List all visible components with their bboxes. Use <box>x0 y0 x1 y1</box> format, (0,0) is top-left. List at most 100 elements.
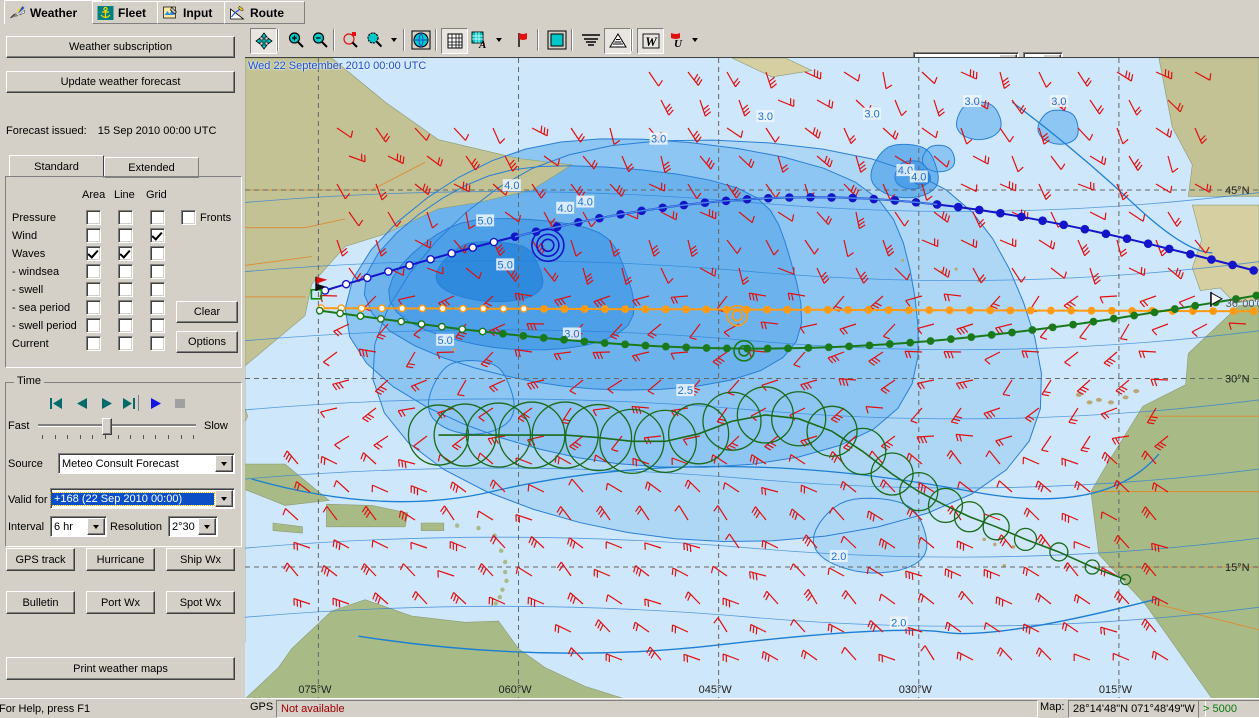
route-waypoint[interactable] <box>439 323 445 329</box>
route-waypoint[interactable] <box>927 338 933 344</box>
route-waypoint[interactable] <box>1166 245 1173 252</box>
tab-standard[interactable]: Standard <box>9 155 104 178</box>
print-weather-maps-button[interactable]: Print weather maps <box>6 657 235 680</box>
zoom-select-icon[interactable] <box>338 28 363 52</box>
route-waypoint[interactable] <box>1070 321 1076 327</box>
route-waypoint[interactable] <box>845 307 851 313</box>
route-waypoint[interactable] <box>343 281 350 288</box>
route-waypoint[interactable] <box>459 326 465 332</box>
checkbox-windsea-line[interactable] <box>118 264 133 279</box>
route-waypoint[interactable] <box>887 341 893 347</box>
route-waypoint[interactable] <box>1151 309 1157 315</box>
route-waypoint[interactable] <box>1131 312 1137 318</box>
route-waypoint[interactable] <box>1145 240 1152 247</box>
route-waypoint[interactable] <box>581 338 587 344</box>
route-waypoint[interactable] <box>561 306 567 312</box>
route-waypoint[interactable] <box>581 306 587 312</box>
route-waypoint[interactable] <box>418 321 424 327</box>
route-waypoint[interactable] <box>1068 307 1074 313</box>
route-waypoint[interactable] <box>448 250 455 257</box>
route-waypoint[interactable] <box>1229 261 1236 268</box>
route-waypoint[interactable] <box>479 328 485 334</box>
gradient-icon[interactable] <box>604 28 631 54</box>
route-waypoint[interactable] <box>427 256 434 263</box>
pan-icon[interactable] <box>250 28 277 54</box>
weather-subscription-button[interactable]: Weather subscription <box>6 36 235 58</box>
route-waypoint[interactable] <box>1060 221 1067 228</box>
route-waypoint[interactable] <box>1048 307 1054 313</box>
route-waypoint[interactable] <box>683 344 689 350</box>
route-waypoint[interactable] <box>1109 308 1115 314</box>
route-waypoint[interactable] <box>997 210 1004 217</box>
grid-icon[interactable] <box>441 28 468 54</box>
checkbox-waves-grid[interactable] <box>150 246 165 261</box>
route-waypoint[interactable] <box>1208 256 1215 263</box>
route-waypoint[interactable] <box>764 345 770 351</box>
route-waypoint[interactable] <box>398 318 404 324</box>
checkbox-wind-area[interactable] <box>86 228 101 243</box>
route-waypoint[interactable] <box>703 345 709 351</box>
route-waypoint[interactable] <box>886 307 892 313</box>
route-waypoint[interactable] <box>1029 327 1035 333</box>
route-waypoint[interactable] <box>1187 251 1194 258</box>
checkbox-waves-line[interactable] <box>118 246 133 261</box>
checkbox-pressure-grid[interactable] <box>150 210 165 225</box>
route-waypoint[interactable] <box>1102 230 1109 237</box>
route-waypoint[interactable] <box>337 310 343 316</box>
play-button[interactable] <box>147 396 164 411</box>
checkbox-wind-line[interactable] <box>118 228 133 243</box>
zoom-area-icon[interactable] <box>362 28 387 52</box>
route-waypoint[interactable] <box>826 344 832 350</box>
checkbox-fronts[interactable] <box>181 210 196 225</box>
route-waypoint[interactable] <box>784 306 790 312</box>
valid-for-select[interactable]: +168 (22 Sep 2010 00:00) <box>50 488 235 509</box>
source-select[interactable]: Meteo Consult Forecast <box>58 453 235 474</box>
route-waypoint[interactable] <box>460 305 466 311</box>
clear-button[interactable]: Clear <box>176 301 238 323</box>
globe-icon[interactable] <box>408 28 433 52</box>
route-waypoint[interactable] <box>825 307 831 313</box>
chevron-down-icon[interactable] <box>87 518 105 535</box>
route-waypoint[interactable] <box>764 306 770 312</box>
route-waypoint[interactable] <box>785 345 791 351</box>
route-waypoint[interactable] <box>500 306 506 312</box>
route-waypoint[interactable] <box>976 206 983 213</box>
route-waypoint[interactable] <box>906 307 912 313</box>
bulletin-button[interactable]: Bulletin <box>6 591 75 614</box>
route-waypoint[interactable] <box>683 306 689 312</box>
route-waypoint[interactable] <box>948 336 954 342</box>
tab-weather[interactable]: Weather <box>4 0 103 25</box>
current-icon[interactable]: U <box>663 28 688 52</box>
route-waypoint[interactable] <box>469 244 476 251</box>
wind-barb-icon[interactable]: W <box>637 28 664 54</box>
checkbox-sea-period-area[interactable] <box>86 300 101 315</box>
route-waypoint[interactable] <box>1250 267 1257 274</box>
checkbox-sea-period-grid[interactable] <box>150 300 165 315</box>
route-waypoint[interactable] <box>419 305 425 311</box>
route-waypoint[interactable] <box>385 268 392 275</box>
current-dropdown-arrow-icon[interactable] <box>688 28 701 52</box>
route-waypoint[interactable] <box>1210 308 1216 314</box>
isolines-icon[interactable] <box>578 28 603 52</box>
checkbox-swell-period-line[interactable] <box>118 318 133 333</box>
route-waypoint[interactable] <box>439 305 445 311</box>
resolution-select[interactable]: 2°30 <box>168 516 218 537</box>
route-waypoint[interactable] <box>500 331 506 337</box>
route-waypoint[interactable] <box>703 306 709 312</box>
next-frame-button[interactable] <box>98 396 115 411</box>
route-waypoint[interactable] <box>967 307 973 313</box>
checkbox-sea-period-line[interactable] <box>118 300 133 315</box>
route-waypoint[interactable] <box>1050 324 1056 330</box>
spot-wx-button[interactable]: Spot Wx <box>166 591 235 614</box>
route-waypoint[interactable] <box>602 306 608 312</box>
tab-route[interactable]: Route <box>224 1 305 24</box>
zoom-dropdown-arrow-icon[interactable] <box>387 28 400 52</box>
route-waypoint[interactable] <box>946 307 952 313</box>
route-waypoint[interactable] <box>1007 307 1013 313</box>
checkbox-windsea-area[interactable] <box>86 264 101 279</box>
route-waypoint[interactable] <box>804 307 810 313</box>
route-waypoint[interactable] <box>399 305 405 311</box>
interval-select[interactable]: 6 hr <box>50 516 107 537</box>
route-waypoint[interactable] <box>1009 329 1015 335</box>
route-waypoint[interactable] <box>866 342 872 348</box>
